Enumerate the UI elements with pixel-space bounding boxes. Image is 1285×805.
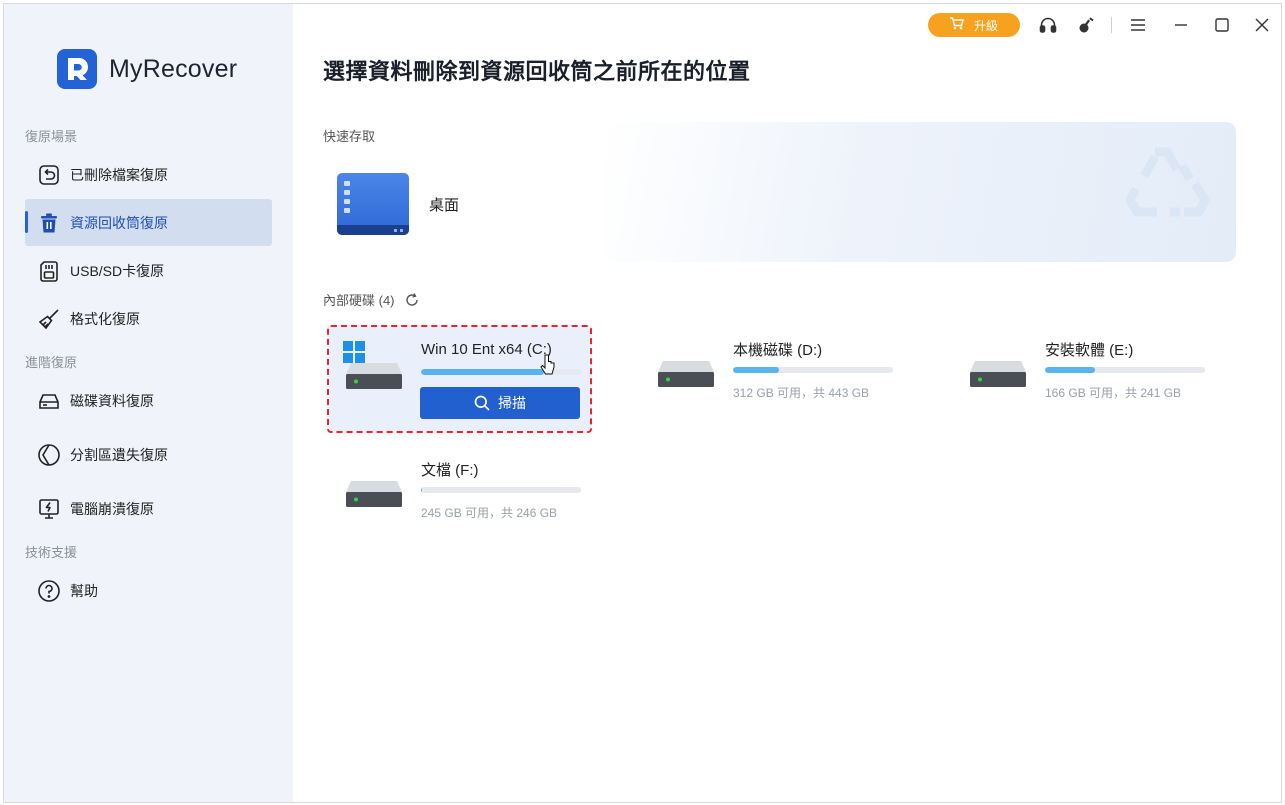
section-label-advanced-recovery: 進階復原 — [25, 355, 78, 370]
sd-card-icon — [37, 259, 61, 283]
disk-usage-bar — [421, 487, 581, 493]
hard-disk-icon — [657, 359, 715, 394]
broom-icon — [37, 307, 61, 331]
upgrade-label: 升級 — [973, 18, 998, 33]
app-name: MyRecover — [109, 54, 238, 83]
desktop-label: 桌面 — [429, 196, 460, 214]
disk-card-e[interactable]: 安裝軟體 (E:) 166 GB 可用，共 241 GB — [953, 325, 1218, 433]
hard-disk-icon — [969, 359, 1027, 394]
sidebar-item-label: USB/SD卡復原 — [70, 262, 165, 279]
sidebar-item-label: 磁碟資料復原 — [70, 392, 154, 409]
maximize-icon[interactable] — [1211, 14, 1233, 36]
section-label-tech-support: 技術支援 — [25, 545, 78, 560]
sidebar-item-format-recovery[interactable]: 格式化復原 — [25, 295, 272, 342]
sidebar-item-label: 幫助 — [70, 582, 98, 599]
sidebar-item-help[interactable]: 幫助 — [25, 567, 272, 614]
disk-card-f[interactable]: 文檔 (F:) 245 GB 可用，共 246 GB — [329, 445, 594, 553]
sidebar-item-label: 已刪除檔案復原 — [70, 166, 168, 183]
disk-usage-fill — [421, 487, 422, 493]
page-title: 選擇資料刪除到資源回收筒之前所在的位置 — [323, 59, 751, 84]
myrecover-logo-icon — [57, 49, 97, 89]
help-icon — [37, 579, 61, 603]
disk-name: 本機磁碟 (D:) — [733, 342, 823, 359]
disk-usage-fill — [421, 369, 545, 375]
refresh-icon[interactable] — [405, 292, 419, 307]
sidebar-item-label: 格式化復原 — [70, 310, 140, 327]
sidebar-item-usb-sd-recovery[interactable]: USB/SD卡復原 — [25, 247, 272, 294]
sidebar-item-crash-recovery[interactable]: 電腦崩潰復原 — [25, 485, 272, 532]
disk-name: Win 10 Ent x64 (C:) — [421, 341, 552, 358]
internal-disks-title: 內部硬碟 (4) — [323, 293, 395, 308]
sidebar-item-disk-data-recovery[interactable]: 磁碟資料復原 — [25, 377, 272, 424]
hard-drive-icon — [37, 389, 61, 413]
disk-name: 文檔 (F:) — [421, 462, 479, 479]
brand: MyRecover — [57, 49, 237, 89]
scan-button[interactable]: 掃描 — [420, 387, 580, 419]
disk-capacity: 166 GB 可用，共 241 GB — [1045, 386, 1182, 400]
mouse-pointer-icon — [540, 354, 556, 381]
crashed-monitor-icon — [37, 497, 61, 521]
internal-disks-label: 內部硬碟 (4) — [323, 290, 419, 309]
minimize-icon[interactable] — [1170, 14, 1192, 36]
key-icon[interactable] — [1076, 14, 1098, 36]
section-label-recovery-scenarios: 復原場景 — [25, 129, 78, 144]
undo-file-icon — [37, 163, 61, 187]
search-icon — [474, 395, 490, 411]
menu-icon[interactable] — [1127, 14, 1149, 36]
partition-icon — [37, 443, 61, 467]
disk-capacity: 245 GB 可用，共 246 GB — [421, 506, 558, 520]
hard-disk-icon — [345, 479, 403, 514]
sidebar-item-partition-recovery[interactable]: 分割區遺失復原 — [25, 431, 272, 478]
sidebar-item-recycle-bin-recovery[interactable]: 資源回收筒復原 — [25, 199, 272, 246]
disk-usage-fill — [1045, 367, 1095, 373]
upgrade-button[interactable]: 升級 — [928, 13, 1020, 37]
sidebar-item-label: 分割區遺失復原 — [70, 446, 168, 463]
sidebar-item-deleted-file-recovery[interactable]: 已刪除檔案復原 — [25, 151, 272, 198]
disk-usage-bar — [733, 367, 893, 373]
disk-capacity: 312 GB 可用，共 443 GB — [733, 386, 870, 400]
disk-usage-fill — [733, 367, 780, 373]
recycle-watermark-icon — [1122, 144, 1212, 229]
desktop-folder-icon — [337, 173, 409, 235]
quick-access-desktop[interactable]: 桌面 — [337, 173, 459, 235]
app-window: MyRecover 復原場景 已刪除檔案復原 資源回收筒復原 USB/SD卡復原… — [3, 3, 1282, 803]
disk-usage-bar — [421, 369, 581, 375]
disk-name: 安裝軟體 (E:) — [1045, 342, 1134, 359]
trash-icon — [37, 211, 61, 235]
sidebar-item-label: 資源回收筒復原 — [70, 214, 168, 231]
hard-disk-icon — [345, 361, 403, 396]
scan-label: 掃描 — [498, 395, 526, 411]
headset-icon[interactable] — [1037, 14, 1059, 36]
quick-access-label: 快速存取 — [323, 129, 376, 144]
sidebar: MyRecover 復原場景 已刪除檔案復原 資源回收筒復原 USB/SD卡復原… — [4, 4, 293, 802]
disk-usage-bar — [1045, 367, 1205, 373]
titlebar-separator — [1111, 17, 1112, 33]
disk-card-d[interactable]: 本機磁碟 (D:) 312 GB 可用，共 443 GB — [641, 325, 906, 433]
cart-icon — [949, 17, 964, 33]
sidebar-item-label: 電腦崩潰復原 — [70, 500, 154, 517]
close-icon[interactable] — [1251, 14, 1273, 36]
